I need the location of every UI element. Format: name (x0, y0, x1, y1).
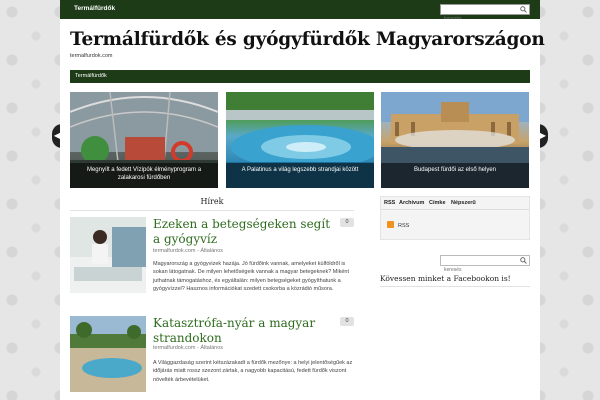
post-title[interactable]: Katasztrófa-nyár a magyar strandokon (153, 316, 333, 346)
facebook-heading: Kövessen minket a Facebookon is! (380, 274, 530, 287)
tab-nepszeru[interactable]: Népszerű (451, 200, 476, 206)
post-title[interactable]: Ezeken a betegségeken segít a gyógyvíz (153, 217, 333, 247)
post-image-doctor (70, 217, 146, 293)
page-container: Termálfürdők és gyógyfürdők Magyarország… (60, 19, 545, 400)
slide-budapest[interactable]: Budapest fürdői az első helyen (381, 92, 529, 188)
post-meta: termalfurdok.com - Általános (153, 248, 223, 254)
post-meta: termalfurdok.com - Általános (153, 345, 223, 351)
comment-count-badge[interactable]: 0 (340, 218, 354, 227)
rss-label: RSS (398, 222, 410, 229)
slide-caption: Budapest fürdői az első helyen (381, 163, 529, 188)
post-item: Ezeken a betegségeken segít a gyógyvíz t… (70, 217, 354, 317)
arrow-right-icon: ▶ (539, 131, 547, 140)
nav-item-termalfurdok[interactable]: Termálfürdők (75, 73, 107, 79)
top-home-link[interactable]: Termálfürdők (74, 5, 115, 12)
sidebar-tabs-widget: RSS Archívum Címke Népszerű RSS (380, 196, 530, 240)
tab-rss[interactable]: RSS (384, 200, 395, 206)
slide-zalakaros[interactable]: Megnyílt a fedett Vízipók élményprogram … (70, 92, 218, 188)
post-item: Katasztrófa-nyár a magyar strandokon ter… (70, 316, 354, 400)
search-icon[interactable] (520, 257, 527, 264)
top-search-box[interactable] (440, 4, 530, 24)
rss-icon (387, 221, 394, 228)
slide-caption: Megnyílt a fedett Vízipók élményprogram … (70, 163, 218, 188)
tab-row: RSS Archívum Címke Népszerű (381, 197, 529, 210)
comment-count-badge[interactable]: 0 (340, 317, 354, 326)
section-title: Hírek (70, 197, 354, 211)
sidebar-search-box[interactable] (440, 255, 530, 275)
post-thumbnail[interactable] (70, 217, 146, 293)
search-icon[interactable] (520, 6, 527, 13)
top-bar: Termálfürdők (60, 0, 540, 24)
main-nav: Termálfürdők (70, 70, 530, 83)
site-title[interactable]: Termálfürdők és gyógyfürdők Magyarország… (70, 29, 545, 50)
slide-palatinus[interactable]: A Palatinus a világ legszebb strandjai k… (226, 92, 374, 188)
slide-caption: A Palatinus a világ legszebb strandjai k… (226, 163, 374, 188)
site-subtitle: termalfurdok.com (70, 53, 113, 59)
post-image-strand (70, 316, 146, 392)
post-thumbnail[interactable] (70, 316, 146, 392)
tab-archivum[interactable]: Archívum (399, 200, 424, 206)
tab-cimke[interactable]: Címke (429, 200, 446, 206)
post-excerpt: Magyarország a gyógyvizek hazája. Jó für… (153, 261, 349, 293)
post-excerpt: A Világgazdaság szerint kétszázakadt a f… (153, 360, 353, 383)
rss-link[interactable]: RSS (387, 221, 410, 229)
